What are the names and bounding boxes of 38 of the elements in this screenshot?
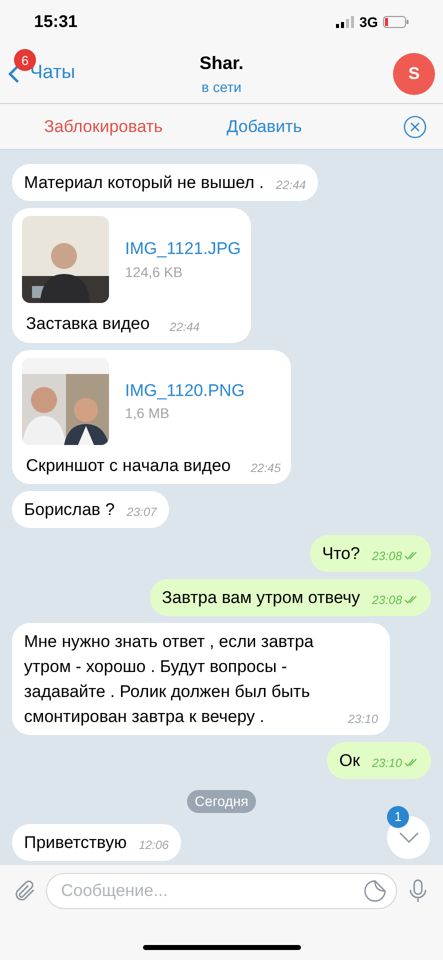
message-time: 23:10 <box>348 711 378 728</box>
battery-icon <box>383 16 409 28</box>
back-chevron-icon <box>8 64 20 84</box>
message-time: 23:10 <box>372 755 402 772</box>
avatar[interactable]: S <box>393 52 435 94</box>
file-size: 1,6 MB <box>125 404 170 424</box>
message-text: Мне нужно знать ответ , если завтра утром - хорошо . Будут вопросы - задавайте . Ролик должен был быть смонтирован завтра к вечеру . <box>24 631 315 728</box>
chat-title: Shar. <box>199 52 244 74</box>
status-time: 15:31 <box>34 11 78 34</box>
add-button[interactable]: Добавить <box>226 114 302 140</box>
file-size: 124,6 KB <box>125 262 184 282</box>
sticker-icon[interactable] <box>363 879 387 903</box>
unread-badge: 1 <box>387 806 409 828</box>
signal-icon <box>336 16 354 28</box>
file-name[interactable]: IMG_1121.JPG <box>125 236 241 262</box>
block-button[interactable]: Заблокировать <box>44 114 163 140</box>
message-text: Материал который не вышел . <box>24 172 264 194</box>
date-separator: Сегодня <box>186 790 256 813</box>
message-text: Заставка видео <box>25 313 150 335</box>
file-name[interactable]: IMG_1120.PNG <box>125 378 245 404</box>
message-time: 22:44 <box>276 177 306 194</box>
message-time: 23:08 <box>372 548 402 565</box>
message-time: 22:44 <box>170 318 200 336</box>
network-label: 3G <box>359 12 378 32</box>
message-text: Что? <box>322 543 360 565</box>
chevron-down-icon <box>398 832 418 844</box>
message-text: Скриншот с начала видео <box>25 454 231 476</box>
message-text: Ок <box>339 750 360 772</box>
online-status: в сети <box>202 78 242 96</box>
close-icon[interactable] <box>403 114 427 138</box>
message-text: Завтра вам утром отвечу <box>162 587 360 609</box>
message-field[interactable]: Сообщение... <box>46 873 397 909</box>
message-time: 23:07 <box>126 504 157 521</box>
message-time: 23:08 <box>372 592 402 609</box>
message-time: 12:06 <box>138 837 169 854</box>
message-time: 22:45 <box>250 460 281 477</box>
message-text: Приветствую <box>24 832 127 854</box>
message-text: Борислав ? <box>24 499 115 521</box>
